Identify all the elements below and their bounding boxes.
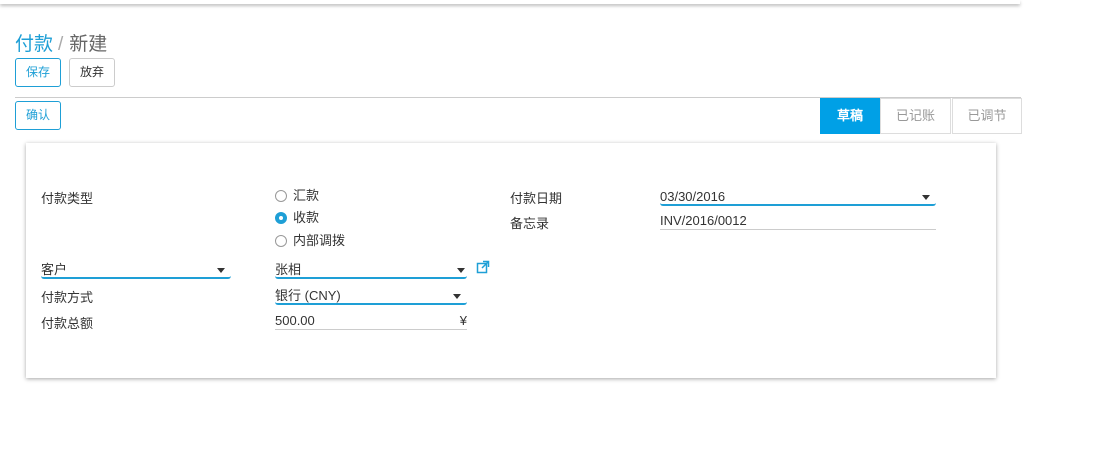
partner-field[interactable]: 张相 — [275, 261, 467, 279]
memo-value: INV/2016/0012 — [660, 213, 747, 228]
status-posted[interactable]: 已记账 — [880, 98, 951, 134]
breadcrumb: 付款 / 新建 — [15, 29, 107, 56]
breadcrumb-current: 新建 — [69, 34, 108, 55]
chevron-down-icon[interactable] — [217, 268, 225, 273]
radio-inbound[interactable]: 收款 — [275, 210, 319, 226]
partner-value: 张相 — [275, 262, 302, 277]
journal-label: 付款方式 — [41, 290, 94, 305]
breadcrumb-separator: / — [58, 34, 64, 55]
radio-outbound-label: 汇款 — [293, 188, 320, 203]
discard-button[interactable]: 放弃 — [69, 58, 115, 87]
radio-button-checked-icon[interactable] — [275, 211, 287, 224]
amount-label: 付款总额 — [41, 316, 94, 331]
chevron-down-icon[interactable] — [922, 195, 930, 200]
confirm-button[interactable]: 确认 — [15, 101, 61, 130]
status-draft[interactable]: 草稿 — [820, 98, 880, 134]
amount-input[interactable]: 500.00 ¥ — [275, 312, 467, 330]
memo-input[interactable]: INV/2016/0012 — [660, 212, 936, 230]
radio-transfer[interactable]: 内部调拨 — [275, 233, 345, 249]
payment-date-input[interactable]: 03/30/2016 — [660, 188, 936, 206]
partner-type-value: 客户 — [41, 262, 68, 277]
payment-date-label: 付款日期 — [510, 191, 563, 206]
radio-inbound-label: 收款 — [293, 210, 320, 225]
chevron-down-icon[interactable] — [457, 268, 465, 273]
partner-type-select[interactable]: 客户 — [41, 261, 231, 279]
save-button[interactable]: 保存 — [15, 58, 61, 87]
journal-select[interactable]: 银行 (CNY) — [275, 287, 467, 305]
external-link-icon[interactable] — [476, 260, 490, 274]
amount-value: 500.00 — [275, 313, 315, 328]
top-navbar-edge — [0, 0, 1020, 4]
form-sheet: 付款类型 汇款 收款 内部调拨 客户 张相 付款方式 银行 (CNY) 付款总额… — [26, 143, 996, 378]
chevron-down-icon[interactable] — [453, 294, 461, 299]
memo-label: 备忘录 — [510, 216, 550, 231]
journal-value: 银行 (CNY) — [275, 288, 341, 303]
radio-transfer-label: 内部调拨 — [293, 233, 346, 248]
payment-type-label: 付款类型 — [41, 191, 94, 206]
radio-button-icon[interactable] — [275, 189, 287, 202]
status-reconciled[interactable]: 已调节 — [952, 98, 1022, 134]
radio-outbound[interactable]: 汇款 — [275, 188, 319, 204]
payment-date-value: 03/30/2016 — [660, 189, 726, 204]
radio-button-icon[interactable] — [275, 234, 287, 247]
currency-symbol: ¥ — [459, 313, 467, 328]
breadcrumb-parent-link[interactable]: 付款 — [15, 34, 53, 55]
